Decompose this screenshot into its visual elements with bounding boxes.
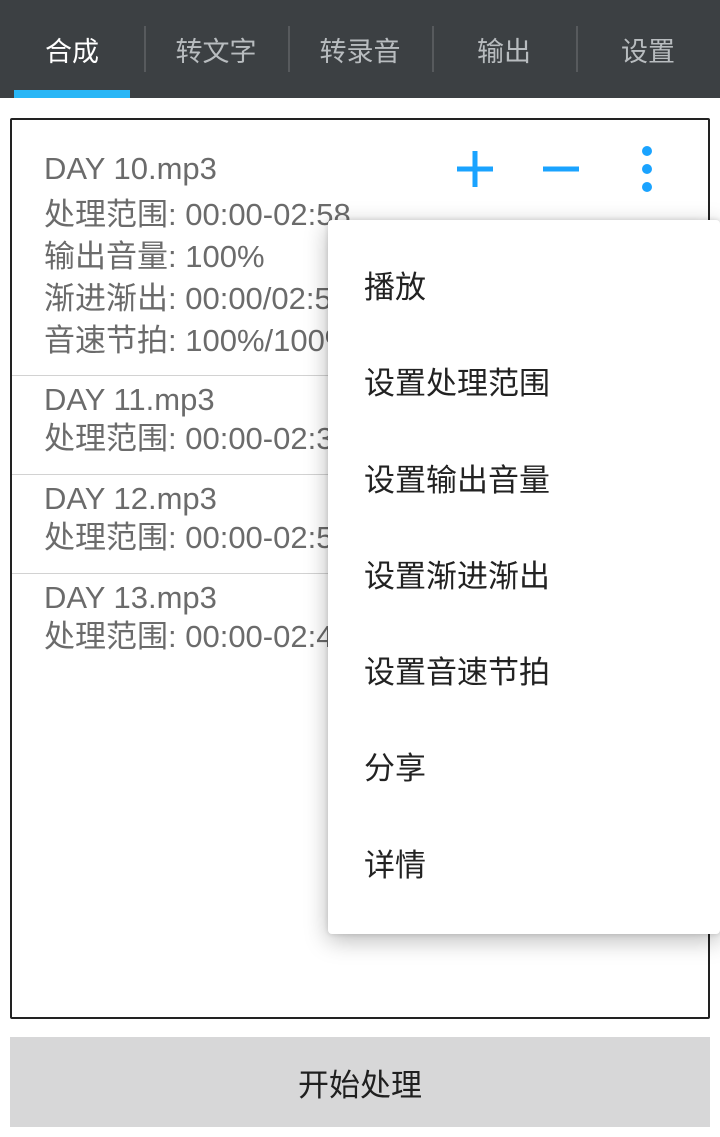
menu-play[interactable]: 播放: [328, 240, 720, 336]
more-icon[interactable]: [622, 144, 672, 194]
tab-compose[interactable]: 合成: [0, 0, 144, 98]
menu-set-range[interactable]: 设置处理范围: [328, 336, 720, 432]
tab-output[interactable]: 输出: [432, 0, 576, 98]
add-icon[interactable]: [450, 144, 500, 194]
start-processing-button[interactable]: 开始处理: [10, 1037, 710, 1127]
menu-set-fade[interactable]: 设置渐进渐出: [328, 529, 720, 625]
tab-bar: 合成 转文字 转录音 输出 设置: [0, 0, 720, 98]
tab-to-recording[interactable]: 转录音: [288, 0, 432, 98]
menu-set-volume[interactable]: 设置输出音量: [328, 433, 720, 529]
context-menu: 播放 设置处理范围 设置输出音量 设置渐进渐出 设置音速节拍 分享 详情: [328, 220, 720, 934]
menu-share[interactable]: 分享: [328, 721, 720, 817]
menu-details[interactable]: 详情: [328, 818, 720, 914]
tab-settings[interactable]: 设置: [576, 0, 720, 98]
tab-to-text[interactable]: 转文字: [144, 0, 288, 98]
remove-icon[interactable]: [536, 144, 586, 194]
menu-set-tempo[interactable]: 设置音速节拍: [328, 625, 720, 721]
file-name: DAY 10.mp3: [44, 151, 450, 187]
